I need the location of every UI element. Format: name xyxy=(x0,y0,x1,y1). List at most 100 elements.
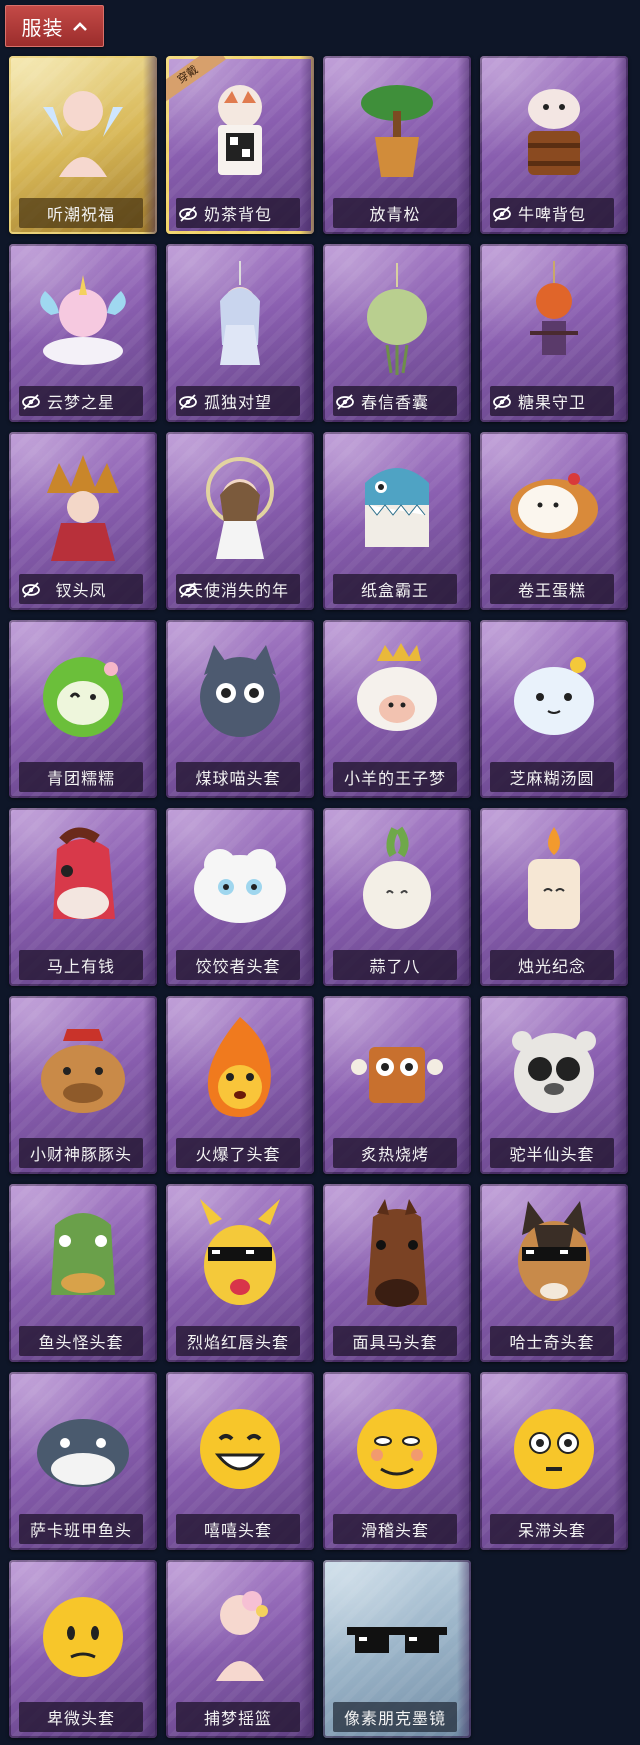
outfit-artwork xyxy=(480,62,628,192)
outfit-artwork xyxy=(9,1190,157,1320)
outfit-card[interactable]: 哈士奇头套 xyxy=(480,1184,628,1362)
outfit-name: 萨卡班甲鱼头 xyxy=(19,1514,143,1544)
outfit-card[interactable]: 鱼头怪头套 xyxy=(9,1184,157,1362)
outfit-artwork xyxy=(323,1190,471,1320)
outfit-artwork xyxy=(323,250,471,380)
fish-gray-icon xyxy=(37,1419,129,1487)
outfit-card[interactable]: 孤独对望 xyxy=(166,244,314,422)
outfit-name: 卷王蛋糕 xyxy=(490,574,614,604)
unicorn-cloud-icon xyxy=(40,275,126,365)
outfit-card[interactable]: 牛啤背包 xyxy=(480,56,628,234)
eye-slash-icon xyxy=(493,206,511,222)
outfit-card[interactable]: 火爆了头套 xyxy=(166,996,314,1174)
outfit-toggle-button[interactable]: 服装 xyxy=(5,5,104,47)
outfit-name: 听潮祝福 xyxy=(19,198,143,228)
outfit-name: 炙热烧烤 xyxy=(333,1138,457,1168)
outfit-card[interactable]: 烈焰红唇头套 xyxy=(166,1184,314,1362)
outfit-card[interactable]: 嘻嘻头套 xyxy=(166,1372,314,1550)
meat-bone-icon xyxy=(351,1047,443,1103)
red-horse-icon xyxy=(53,827,115,919)
outfit-card[interactable]: 驼半仙头套 xyxy=(480,996,628,1174)
outfit-card[interactable]: 小财神豚豚头 xyxy=(9,996,157,1174)
outfit-name: 烛光纪念 xyxy=(490,950,614,980)
outfit-artwork xyxy=(166,250,314,380)
outfit-name: 鱼头怪头套 xyxy=(19,1326,143,1356)
yellow-mouse-glasses-icon xyxy=(200,1199,280,1305)
garlic-icon xyxy=(363,826,431,929)
outfit-card[interactable]: 滑稽头套 xyxy=(323,1372,471,1550)
outfit-artwork xyxy=(323,1566,471,1696)
cow-barrel-icon xyxy=(528,89,580,175)
candle-icon xyxy=(528,827,580,929)
outfit-artwork xyxy=(480,626,628,756)
outfit-artwork xyxy=(323,1378,471,1508)
silhouette-flower-icon xyxy=(216,1591,268,1681)
outfit-name: 火爆了头套 xyxy=(176,1138,300,1168)
outfit-name: 小财神豚豚头 xyxy=(19,1138,143,1168)
outfit-card[interactable]: 炙热烧烤 xyxy=(323,996,471,1174)
fire-face-icon xyxy=(207,1017,271,1117)
outfit-card[interactable]: 呆滞头套 xyxy=(480,1372,628,1550)
outfit-card[interactable]: 天使消失的年 xyxy=(166,432,314,610)
outfit-card[interactable]: 糖果守卫 xyxy=(480,244,628,422)
outfit-artwork xyxy=(9,438,157,568)
black-cat-icon xyxy=(200,645,280,737)
sheep-crown-icon xyxy=(357,643,437,731)
outfit-card[interactable]: 芝麻糊汤圆 xyxy=(480,620,628,798)
outfit-artwork xyxy=(480,814,628,944)
outfit-card[interactable]: 放青松 xyxy=(323,56,471,234)
outfit-artwork xyxy=(166,1190,314,1320)
outfit-name: 卑微头套 xyxy=(19,1702,143,1732)
outfit-card[interactable]: 煤球喵头套 xyxy=(166,620,314,798)
outfit-artwork xyxy=(323,814,471,944)
outfit-card[interactable]: 穿戴 奶茶背包 xyxy=(166,56,314,234)
pixel-sunglasses-icon xyxy=(347,1627,447,1653)
outfit-card[interactable]: 卷王蛋糕 xyxy=(480,432,628,610)
outfit-card[interactable]: 蒜了八 xyxy=(323,808,471,986)
outfit-card[interactable]: 饺饺者头套 xyxy=(166,808,314,986)
outfit-name: 滑稽头套 xyxy=(333,1514,457,1544)
rice-ball-icon xyxy=(514,657,594,735)
outfit-artwork xyxy=(480,1190,628,1320)
outfit-name: 芝麻糊汤圆 xyxy=(490,762,614,792)
outfit-card[interactable]: 面具马头套 xyxy=(323,1184,471,1362)
outfit-card[interactable]: 萨卡班甲鱼头 xyxy=(9,1372,157,1550)
outfit-artwork xyxy=(166,438,314,568)
outfit-card[interactable]: 钗头凤 xyxy=(9,432,157,610)
outfit-card[interactable]: 捕梦摇篮 xyxy=(166,1560,314,1738)
outfit-card[interactable]: 小羊的王子梦 xyxy=(323,620,471,798)
outfit-artwork xyxy=(166,1002,314,1132)
outfit-name: 煤球喵头套 xyxy=(176,762,300,792)
outfit-card[interactable]: 烛光纪念 xyxy=(480,808,628,986)
outfit-artwork xyxy=(166,1378,314,1508)
sachet-icon xyxy=(367,263,427,375)
outfit-card[interactable]: 青团糯糯 xyxy=(9,620,157,798)
husky-glasses-icon xyxy=(518,1201,590,1301)
eye-slash-icon xyxy=(179,582,197,598)
outfit-card[interactable]: 听潮祝福 xyxy=(9,56,157,234)
outfit-card[interactable]: 纸盒霸王 xyxy=(323,432,471,610)
eye-slash-icon xyxy=(22,582,40,598)
pine-pot-icon xyxy=(361,85,433,177)
outfit-card[interactable]: 马上有钱 xyxy=(9,808,157,986)
outfit-artwork xyxy=(166,626,314,756)
doll-charm-icon xyxy=(220,261,260,365)
eye-slash-icon xyxy=(336,394,354,410)
outfit-artwork xyxy=(9,814,157,944)
smirk-emoji-icon xyxy=(357,1409,437,1489)
outfit-name: 饺饺者头套 xyxy=(176,950,300,980)
outfit-name: 蒜了八 xyxy=(333,950,457,980)
outfit-name: 小羊的王子梦 xyxy=(333,762,457,792)
angel-doll-icon xyxy=(206,457,274,559)
outfit-card[interactable]: 像素朋克墨镜 xyxy=(323,1560,471,1738)
outfit-name: 驼半仙头套 xyxy=(490,1138,614,1168)
fish-head-icon xyxy=(51,1213,115,1295)
horse-mask-icon xyxy=(367,1199,427,1307)
outfit-card[interactable]: 春信香囊 xyxy=(323,244,471,422)
outfit-card[interactable]: 卑微头套 xyxy=(9,1560,157,1738)
outfit-name: 烈焰红唇头套 xyxy=(176,1326,300,1356)
eye-slash-icon xyxy=(493,394,511,410)
outfit-artwork xyxy=(166,814,314,944)
chevron-up-icon xyxy=(72,22,87,31)
outfit-card[interactable]: 云梦之星 xyxy=(9,244,157,422)
